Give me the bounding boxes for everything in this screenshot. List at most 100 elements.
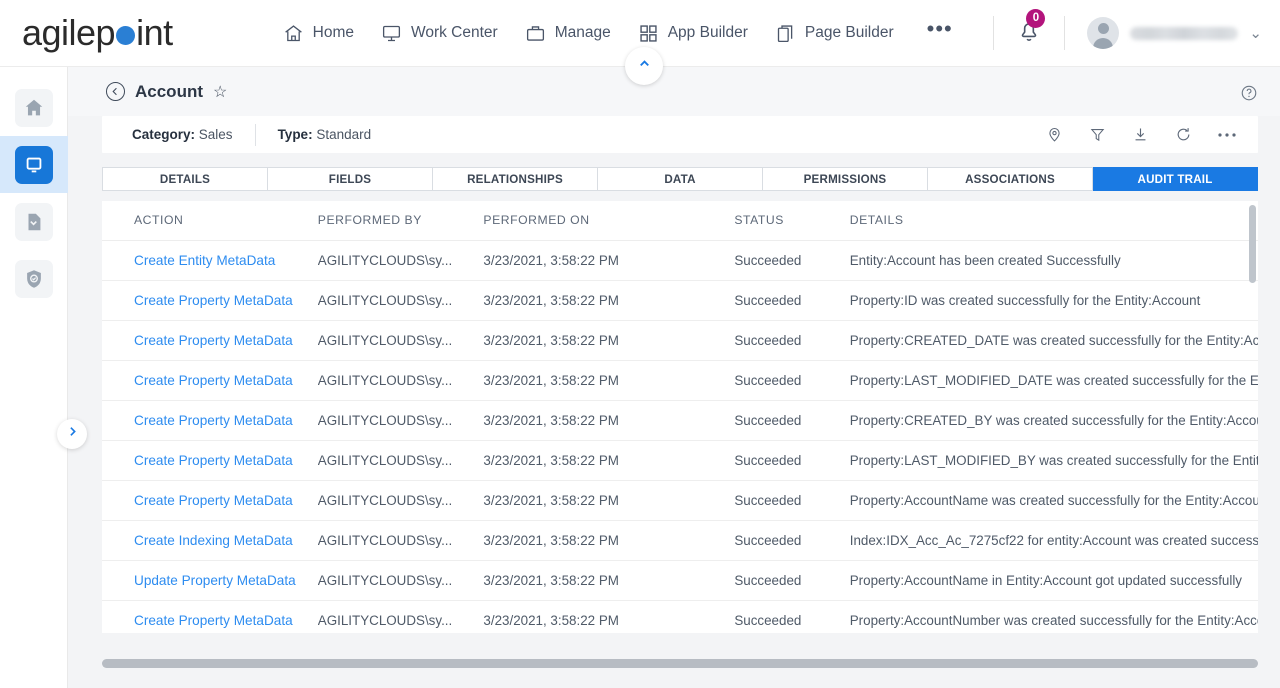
expand-sidebar-button[interactable] <box>57 419 87 449</box>
cell-action[interactable]: Create Property MetaData <box>102 600 318 633</box>
cell-action[interactable]: Create Entity MetaData <box>102 240 318 281</box>
table-row[interactable]: Update Property MetaData AGILITYCLOUDS\sy… <box>102 560 1258 601</box>
tab-permissions[interactable]: PERMISSIONS <box>763 167 928 191</box>
user-menu[interactable]: ⌄ <box>1087 17 1262 49</box>
cell-performed-by: AGILITYCLOUDS\sy... <box>317 560 484 601</box>
cell-action[interactable]: Create Property MetaData <box>102 480 318 521</box>
notifications-button[interactable]: 0 <box>1016 8 1046 49</box>
tab-details[interactable]: DETAILS <box>102 167 268 191</box>
horizontal-scrollbar-thumb[interactable] <box>102 659 1258 668</box>
column-header-performed-by[interactable]: PERFORMED BY <box>317 201 484 241</box>
nav-label-work-center: Work Center <box>410 24 498 41</box>
tab-bar: DETAILS FIELDS RELATIONSHIPS DATA PERMIS… <box>102 167 1258 191</box>
action-link[interactable]: Create Property MetaData <box>134 293 293 308</box>
action-link[interactable]: Create Indexing MetaData <box>134 533 293 548</box>
cell-action[interactable]: Create Property MetaData <box>102 280 318 321</box>
action-link[interactable]: Create Property MetaData <box>134 413 293 428</box>
action-link[interactable]: Create Property MetaData <box>134 453 293 468</box>
help-icon[interactable] <box>1240 84 1258 102</box>
cell-status: Succeeded <box>734 480 850 521</box>
back-arrow-icon[interactable] <box>106 82 125 101</box>
sidebar-item-security[interactable] <box>0 250 68 307</box>
table-body: Create Entity MetaData AGILITYCLOUDS\sy..… <box>102 240 1258 633</box>
cell-details: Property:LAST_MODIFIED_DATE was created … <box>849 360 1258 401</box>
nav-item-app-builder[interactable]: App Builder <box>638 23 748 44</box>
cell-performed-on: 3/23/2021, 3:58:22 PM <box>483 320 735 361</box>
location-pin-icon[interactable] <box>1046 126 1063 143</box>
nav-item-work-center[interactable]: Work Center <box>381 23 498 44</box>
table-row[interactable]: Create Property MetaData AGILITYCLOUDS\sy… <box>102 440 1258 481</box>
nav-more-icon[interactable]: ••• <box>927 18 953 40</box>
favorite-star-icon[interactable]: ☆ <box>213 82 227 102</box>
action-link[interactable]: Update Property MetaData <box>134 573 296 588</box>
cell-details: Property:CREATED_DATE was created succes… <box>849 320 1258 361</box>
main-navigation: Home Work Center Manage App Builder Page… <box>283 18 953 44</box>
agilepoint-logo[interactable]: agilep int <box>22 15 173 51</box>
chevron-down-icon: ⌄ <box>1249 25 1262 42</box>
table-row[interactable]: Create Property MetaData AGILITYCLOUDS\sy… <box>102 280 1258 321</box>
sidebar-item-app[interactable] <box>0 136 68 193</box>
cell-details: Property:AccountName was created success… <box>849 480 1258 521</box>
page-header: Account ☆ <box>68 67 1280 116</box>
vertical-scrollbar-thumb[interactable] <box>1249 205 1256 283</box>
tab-fields[interactable]: FIELDS <box>268 167 433 191</box>
table-row[interactable]: Create Property MetaData AGILITYCLOUDS\sy… <box>102 600 1258 633</box>
cell-details: Property:ID was created successfully for… <box>849 280 1258 321</box>
action-link[interactable]: Create Entity MetaData <box>134 253 275 268</box>
category-value: Sales <box>198 127 233 142</box>
cell-performed-by: AGILITYCLOUDS\sy... <box>317 320 484 361</box>
table-row[interactable]: Create Property MetaData AGILITYCLOUDS\sy… <box>102 400 1258 441</box>
category-meta: Category: Sales <box>132 127 233 142</box>
cell-status: Succeeded <box>734 240 850 281</box>
cell-status: Succeeded <box>734 280 850 321</box>
column-header-status[interactable]: STATUS <box>734 201 850 241</box>
action-link[interactable]: Create Property MetaData <box>134 373 293 388</box>
cell-action[interactable]: Create Property MetaData <box>102 360 318 401</box>
action-link[interactable]: Create Property MetaData <box>134 333 293 348</box>
category-label: Category: <box>132 127 196 142</box>
logo-text-first: agilep <box>22 12 116 53</box>
table-row[interactable]: Create Entity MetaData AGILITYCLOUDS\sy..… <box>102 240 1258 281</box>
table-header-row: ACTION PERFORMED BY PERFORMED ON STATUS … <box>102 201 1258 241</box>
home-icon <box>15 88 53 127</box>
tab-audit-trail[interactable]: AUDIT TRAIL <box>1093 167 1258 191</box>
refresh-icon[interactable] <box>1175 126 1192 143</box>
cell-details: Property:CREATED_BY was created successf… <box>849 400 1258 441</box>
column-header-action[interactable]: ACTION <box>102 201 318 241</box>
cell-performed-by: AGILITYCLOUDS\sy... <box>317 240 484 281</box>
cell-status: Succeeded <box>734 440 850 481</box>
table-row[interactable]: Create Indexing MetaData AGILITYCLOUDS\sy… <box>102 520 1258 561</box>
collapse-header-button[interactable] <box>625 47 663 85</box>
cell-action[interactable]: Update Property MetaData <box>102 560 318 601</box>
tab-associations[interactable]: ASSOCIATIONS <box>928 167 1093 191</box>
filter-icon[interactable] <box>1089 126 1106 143</box>
table-row[interactable]: Create Property MetaData AGILITYCLOUDS\sy… <box>102 360 1258 401</box>
horizontal-scrollbar[interactable] <box>102 659 1258 668</box>
sidebar-item-documents[interactable] <box>0 193 68 250</box>
table-row[interactable]: Create Property MetaData AGILITYCLOUDS\sy… <box>102 320 1258 361</box>
header-divider-1 <box>993 16 995 50</box>
cell-performed-by: AGILITYCLOUDS\sy... <box>317 520 484 561</box>
cell-action[interactable]: Create Property MetaData <box>102 400 318 441</box>
document-check-icon <box>15 202 53 241</box>
tab-data[interactable]: DATA <box>598 167 763 191</box>
briefcase-icon <box>525 23 546 44</box>
action-link[interactable]: Create Property MetaData <box>134 493 293 508</box>
nav-item-home[interactable]: Home <box>283 23 354 44</box>
download-icon[interactable] <box>1132 126 1149 143</box>
column-header-details[interactable]: DETAILS <box>849 201 1258 241</box>
table-row[interactable]: Create Property MetaData AGILITYCLOUDS\sy… <box>102 480 1258 521</box>
more-icon[interactable] <box>1218 132 1236 138</box>
cell-action[interactable]: Create Property MetaData <box>102 320 318 361</box>
nav-item-page-builder[interactable]: Page Builder <box>775 23 894 44</box>
nav-item-manage[interactable]: Manage <box>525 23 611 44</box>
column-header-performed-on[interactable]: PERFORMED ON <box>483 201 735 241</box>
cell-action[interactable]: Create Indexing MetaData <box>102 520 318 561</box>
vertical-scrollbar[interactable] <box>1249 205 1256 629</box>
action-link[interactable]: Create Property MetaData <box>134 613 293 628</box>
header-divider-2 <box>1064 16 1066 50</box>
avatar <box>1087 17 1120 49</box>
cell-action[interactable]: Create Property MetaData <box>102 440 318 481</box>
sidebar-item-home[interactable] <box>0 79 68 136</box>
tab-relationships[interactable]: RELATIONSHIPS <box>433 167 598 191</box>
